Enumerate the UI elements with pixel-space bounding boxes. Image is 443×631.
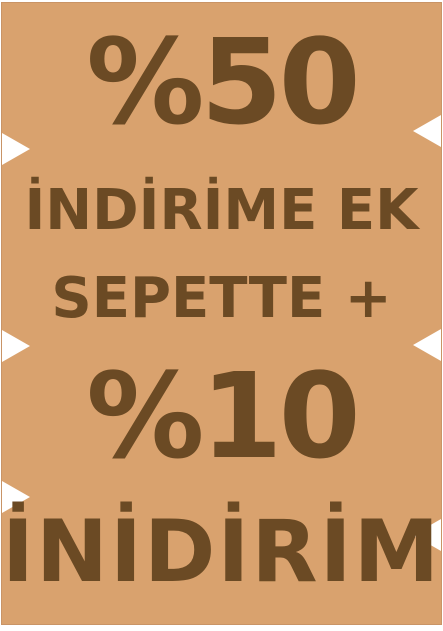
discount-percent-10: %10: [86, 347, 360, 485]
promo-banner: %50 İNDİRİME EK SEPETTE + %10 İNİDİRİM: [1, 2, 442, 625]
discount-line-cart: SEPETTE +: [51, 266, 392, 331]
discount-percent-50: %50: [86, 13, 360, 151]
discount-line-final: İNİDİRİM: [2, 502, 442, 602]
discount-line-extra: İNDİRİME EK: [24, 178, 419, 243]
